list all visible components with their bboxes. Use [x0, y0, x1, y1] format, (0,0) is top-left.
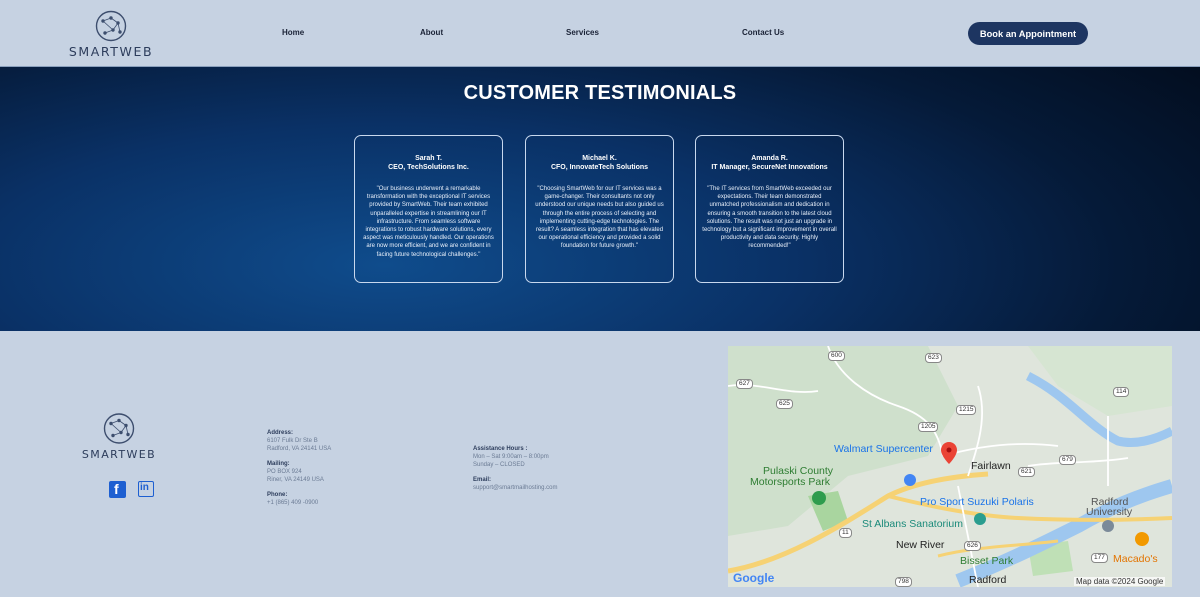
facebook-icon: f	[114, 481, 119, 497]
site-logo[interactable]: SMARTWEB	[66, 10, 156, 59]
testimonial-name: Michael K.	[582, 155, 617, 162]
email-label: Email:	[473, 477, 492, 483]
nav-contact-us[interactable]: Contact Us	[742, 28, 784, 37]
road-shield: 1205	[918, 422, 939, 432]
map-attribution[interactable]: Map data ©2024 Google	[1074, 577, 1166, 586]
address-line: Radford, VA 24141 USA	[267, 446, 332, 452]
map-label-st-albans[interactable]: St Albans Sanatorium	[862, 518, 963, 530]
road-shield: 177	[1091, 553, 1108, 563]
embedded-map[interactable]: Walmart Supercenter Pulaski County Motor…	[728, 346, 1172, 587]
road-shield: 623	[925, 353, 942, 363]
address-line: 6107 Fulk Dr Ste B	[267, 438, 318, 444]
road-shield: 1215	[956, 405, 977, 415]
testimonial-name: Amanda R.	[751, 155, 788, 162]
testimonial-role: CEO, TechSolutions Inc.	[388, 164, 469, 171]
nav-about[interactable]: About	[420, 28, 443, 37]
map-label-macados[interactable]: Macado's	[1113, 553, 1158, 565]
hours-line: Mon – Sat 9:00am – 8:00pm	[473, 454, 549, 460]
hours-info: Assistance Hours : Mon – Sat 9:00am – 8:…	[473, 445, 557, 492]
map-label-walmart[interactable]: Walmart Supercenter	[834, 443, 933, 455]
road-shield: 626	[964, 541, 981, 551]
email-value[interactable]: support@smartmailhosting.com	[473, 484, 557, 492]
testimonial-role: CFO, InnovateTech Solutions	[550, 164, 649, 171]
testimonial-card: Michael K. CFO, InnovateTech Solutions "…	[525, 135, 674, 283]
testimonial-quote: "The IT services from SmartWeb exceeded …	[702, 186, 837, 250]
nav-home[interactable]: Home	[282, 28, 304, 37]
map-label-fairlawn: Fairlawn	[971, 460, 1011, 472]
restaurant-marker-icon	[1135, 532, 1149, 546]
constellation-logo-icon	[103, 413, 135, 444]
map-label-pulaski[interactable]: Motorsports Park	[750, 476, 830, 488]
testimonial-quote: "Choosing SmartWeb for our IT services w…	[535, 186, 664, 250]
road-shield: 114	[1113, 387, 1130, 397]
linkedin-icon: in	[140, 482, 149, 493]
logo-text: SMARTWEB	[68, 44, 154, 59]
shop-marker-icon	[904, 474, 916, 486]
testimonial-role: IT Manager, SecureNet Innovations	[711, 164, 828, 171]
constellation-logo-icon	[95, 10, 127, 42]
hospital-marker-icon	[974, 513, 986, 525]
linkedin-link[interactable]: in	[138, 481, 154, 497]
hours-label: Assistance Hours :	[473, 446, 528, 452]
nav-services[interactable]: Services	[566, 28, 599, 37]
map-label-radford-university[interactable]: University	[1086, 506, 1132, 518]
map-label-pro-sport[interactable]: Pro Sport Suzuki Polaris	[920, 496, 1034, 508]
map-label-bisset-park[interactable]: Bisset Park	[960, 555, 1013, 567]
testimonials-section: CUSTOMER TESTIMONIALS Sarah T. CEO, Tech…	[0, 67, 1200, 331]
road-shield: 627	[736, 379, 753, 389]
testimonial-card: Amanda R. IT Manager, SecureNet Innovati…	[695, 135, 844, 283]
mailing-line: Riner, VA 24149 USA	[267, 477, 324, 483]
mailing-label: Mailing:	[267, 461, 290, 467]
map-label-new-river: New River	[896, 539, 945, 551]
facebook-link[interactable]: f	[109, 481, 126, 498]
book-appointment-button[interactable]: Book an Appointment	[968, 22, 1088, 45]
testimonial-name: Sarah T.	[415, 155, 442, 162]
road-shield: 600	[828, 351, 845, 361]
phone-value[interactable]: +1 (865) 409 -0900	[267, 499, 331, 507]
testimonial-quote: "Our business underwent a remarkable tra…	[363, 186, 494, 258]
road-shield: 625	[776, 399, 793, 409]
road-shield: 798	[895, 577, 912, 587]
google-logo: Google	[733, 571, 775, 585]
phone-label: Phone:	[267, 492, 288, 498]
testimonial-card: Sarah T. CEO, TechSolutions Inc. "Our bu…	[354, 135, 503, 283]
road-shield: 679	[1059, 455, 1076, 465]
contact-info: Address: 6107 Fulk Dr Ste B Radford, VA …	[267, 429, 331, 507]
site-header: SMARTWEB Home About Services Contact Us …	[0, 0, 1200, 67]
footer-logo[interactable]: SMARTWEB	[82, 412, 155, 461]
hours-line: Sunday – CLOSED	[473, 462, 525, 468]
university-marker-icon	[1102, 520, 1114, 532]
road-shield: 621	[1018, 467, 1035, 477]
road-shield: 11	[839, 528, 852, 538]
park-marker-icon	[812, 491, 826, 505]
map-label-radford: Radford	[969, 574, 1007, 586]
address-label: Address:	[267, 430, 294, 436]
testimonials-title: CUSTOMER TESTIMONIALS	[463, 82, 737, 104]
footer-logo-text: SMARTWEB	[81, 448, 157, 461]
mailing-line: PO BOX 924	[267, 469, 302, 475]
